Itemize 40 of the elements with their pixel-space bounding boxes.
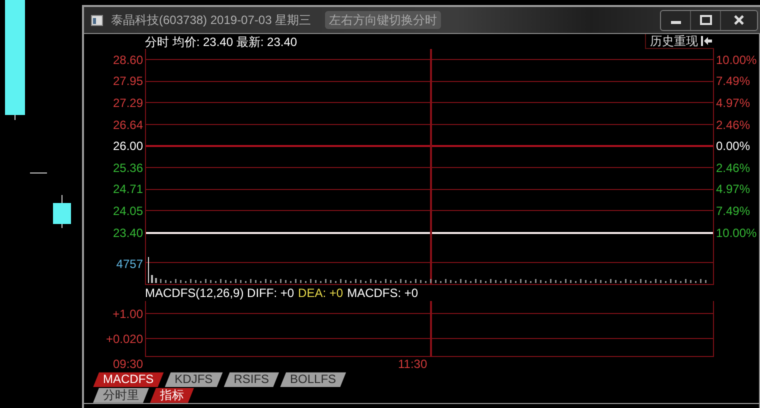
tab[interactable]: 分时里: [93, 388, 149, 403]
percent-axis-label: 2.46%: [715, 160, 752, 175]
price-axis-label: 23.40: [112, 226, 144, 240]
close-icon: [734, 15, 744, 25]
indicator-readout: MACDFS: +0: [347, 286, 418, 300]
percent-axis-label: 10.00%: [715, 52, 758, 67]
indicator-readout: DEA: +0: [298, 286, 344, 300]
price-axis-label: 24.05: [112, 204, 144, 218]
volume-axis-label: 4757: [116, 257, 143, 272]
window-title: 泰晶科技(603738) 2019-07-03 星期三: [111, 12, 312, 29]
tab[interactable]: 指标: [150, 388, 194, 403]
window-icon: [91, 14, 103, 26]
time-axis-label: 09:30: [112, 357, 144, 372]
percent-axis-label: 0.00%: [715, 139, 752, 154]
percent-axis-label: 4.97%: [715, 182, 752, 196]
history-replay-button[interactable]: 历史重现: [645, 34, 714, 49]
percent-axis-label: 7.49%: [715, 204, 752, 218]
maximize-icon: [700, 15, 712, 25]
percent-axis-label: 2.46%: [715, 118, 752, 132]
price-axis-label: 26.64: [112, 118, 144, 132]
percent-axis-label: 7.49%: [715, 74, 752, 88]
price-axis-label: 24.71: [112, 182, 144, 196]
window-hint: 左右方向键切换分时: [325, 11, 442, 29]
price-axis-label: 26.00: [112, 139, 144, 154]
tab[interactable]: BOLLFS: [280, 372, 346, 388]
arrow-to-line-icon: [701, 36, 712, 46]
price-axis-label: 27.95: [112, 74, 144, 88]
tab[interactable]: KDJFS: [164, 372, 223, 388]
price-axis-label: 27.29: [112, 96, 144, 110]
price-summary: 分时 均价: 23.40 最新: 23.40: [145, 34, 298, 48]
tab[interactable]: RSIFS: [224, 372, 280, 388]
price-axis-label: 25.36: [112, 160, 144, 175]
percent-axis-label: 10.00%: [715, 226, 758, 240]
indicator-axis-label: +1.00: [112, 306, 144, 321]
indicator-axis-label: +0.020: [104, 332, 144, 346]
percent-axis-label: 4.97%: [715, 96, 752, 110]
indicator-readout: MACDFS(12,26,9) DIFF: +0: [145, 286, 294, 300]
time-axis-label: 11:30: [398, 357, 428, 372]
price-axis-label: 28.60: [112, 52, 144, 67]
tab[interactable]: MACDFS: [93, 372, 164, 388]
